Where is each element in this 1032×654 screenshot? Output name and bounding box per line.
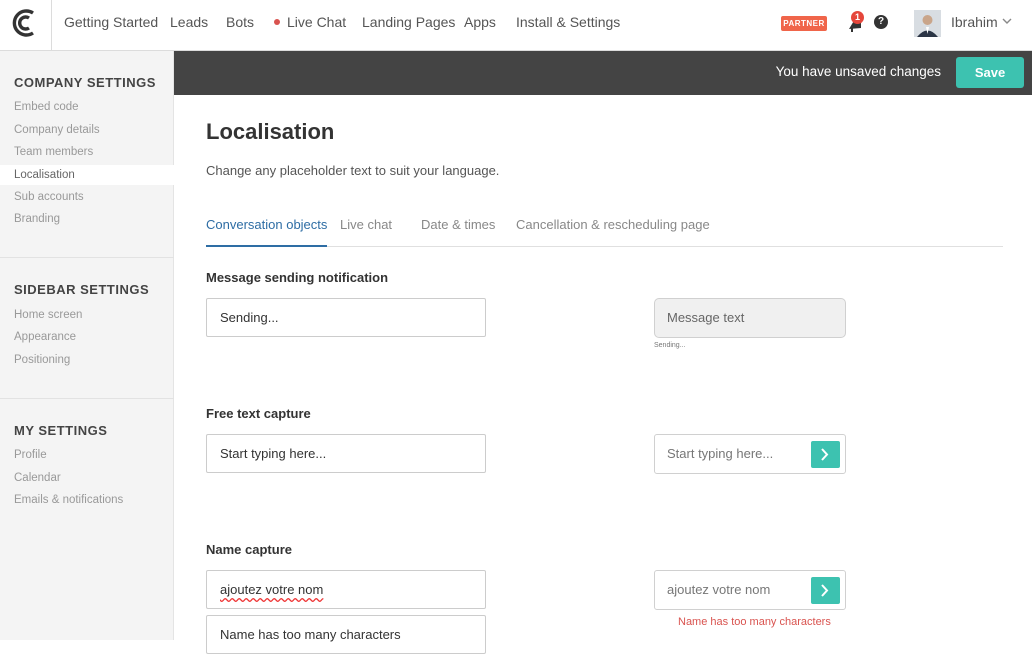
- free-text-preview-placeholder: Start typing here...: [667, 446, 774, 461]
- name-capture-input[interactable]: ajoutez votre nom: [206, 570, 486, 609]
- user-photo-icon: [914, 10, 941, 37]
- sending-status-preview: Sending...: [654, 342, 686, 349]
- sidebar-item-home-screen[interactable]: Home screen: [0, 305, 174, 325]
- sidebar-item-localisation[interactable]: Localisation: [0, 165, 174, 185]
- partner-badge: PARTNER: [781, 16, 827, 31]
- sidebar-divider: [0, 257, 174, 258]
- name-capture-preview: ajoutez votre nom: [654, 570, 846, 610]
- brand-logo-icon: [12, 9, 34, 37]
- page-subtitle: Change any placeholder text to suit your…: [206, 163, 500, 178]
- question-circle-icon[interactable]: ?: [874, 15, 888, 29]
- message-preview-bubble: Message text: [654, 298, 846, 338]
- sidebar-item-team-members[interactable]: Team members: [0, 142, 174, 162]
- sidebar-item-branding[interactable]: Branding: [0, 209, 174, 229]
- free-text-input[interactable]: Start typing here...: [206, 434, 486, 473]
- tab-cancellation-rescheduling[interactable]: Cancellation & rescheduling page: [516, 217, 710, 247]
- sidebar-heading-my-settings: MY SETTINGS: [14, 423, 108, 438]
- sidebar-item-profile[interactable]: Profile: [0, 445, 174, 465]
- sidebar-heading-company: COMPANY SETTINGS: [14, 75, 156, 90]
- chevron-right-icon: [821, 584, 829, 597]
- name-preview-placeholder: ajoutez votre nom: [667, 582, 771, 597]
- page-title: Localisation: [206, 119, 335, 144]
- avatar[interactable]: [914, 10, 941, 37]
- nav-live-chat-label: Live Chat: [287, 14, 347, 30]
- nav-apps[interactable]: Apps: [464, 14, 496, 30]
- nav-live-chat[interactable]: Live Chat: [274, 14, 346, 30]
- username[interactable]: Ibrahim: [951, 14, 998, 30]
- sidebar-item-appearance[interactable]: Appearance: [0, 327, 174, 347]
- free-text-preview: Start typing here...: [654, 434, 846, 474]
- live-status-dot: [274, 19, 280, 26]
- tab-conversation-objects[interactable]: Conversation objects: [206, 217, 328, 247]
- nav-getting-started[interactable]: Getting Started: [64, 14, 158, 30]
- sidebar-item-calendar[interactable]: Calendar: [0, 468, 174, 488]
- submit-arrow-button[interactable]: [811, 577, 840, 604]
- tab-live-chat[interactable]: Live chat: [340, 217, 392, 247]
- tab-date-times[interactable]: Date & times: [421, 217, 495, 247]
- sidebar-item-sub-accounts[interactable]: Sub accounts: [0, 187, 174, 207]
- section-label-message-sending: Message sending notification: [206, 270, 389, 285]
- nav-landing-pages[interactable]: Landing Pages: [362, 14, 455, 30]
- name-error-message: Name has too many characters: [678, 616, 831, 628]
- sidebar-item-company-details[interactable]: Company details: [0, 120, 174, 140]
- tab-bar: Conversation objects Live chat Date & ti…: [206, 212, 1003, 247]
- sidebar-divider: [0, 398, 174, 399]
- section-label-free-text: Free text capture: [206, 406, 311, 421]
- unsaved-message: You have unsaved changes: [775, 64, 941, 79]
- sidebar-item-embed-code[interactable]: Embed code: [0, 97, 174, 117]
- name-error-input[interactable]: Name has too many characters: [206, 615, 486, 654]
- sidebar-heading-sidebar-settings: SIDEBAR SETTINGS: [14, 282, 150, 297]
- nav-install-settings[interactable]: Install & Settings: [516, 14, 620, 30]
- settings-sidebar: COMPANY SETTINGS Embed code Company deta…: [0, 51, 174, 640]
- message-sending-input[interactable]: Sending...: [206, 298, 486, 337]
- notification-count-badge: 1: [851, 11, 864, 24]
- sidebar-item-positioning[interactable]: Positioning: [0, 350, 174, 370]
- chevron-down-icon[interactable]: [1002, 18, 1012, 25]
- section-label-name-capture: Name capture: [206, 542, 292, 557]
- top-navigation: Getting Started Leads Bots Live Chat Lan…: [0, 0, 1032, 51]
- nav-bots[interactable]: Bots: [226, 14, 254, 30]
- chevron-right-icon: [821, 448, 829, 461]
- submit-arrow-button[interactable]: [811, 441, 840, 468]
- sidebar-item-emails-notifications[interactable]: Emails & notifications: [0, 490, 174, 510]
- nav-leads[interactable]: Leads: [170, 14, 208, 30]
- save-button[interactable]: Save: [956, 57, 1024, 88]
- logo[interactable]: [0, 0, 52, 51]
- unsaved-changes-bar: You have unsaved changes Save: [174, 51, 1032, 95]
